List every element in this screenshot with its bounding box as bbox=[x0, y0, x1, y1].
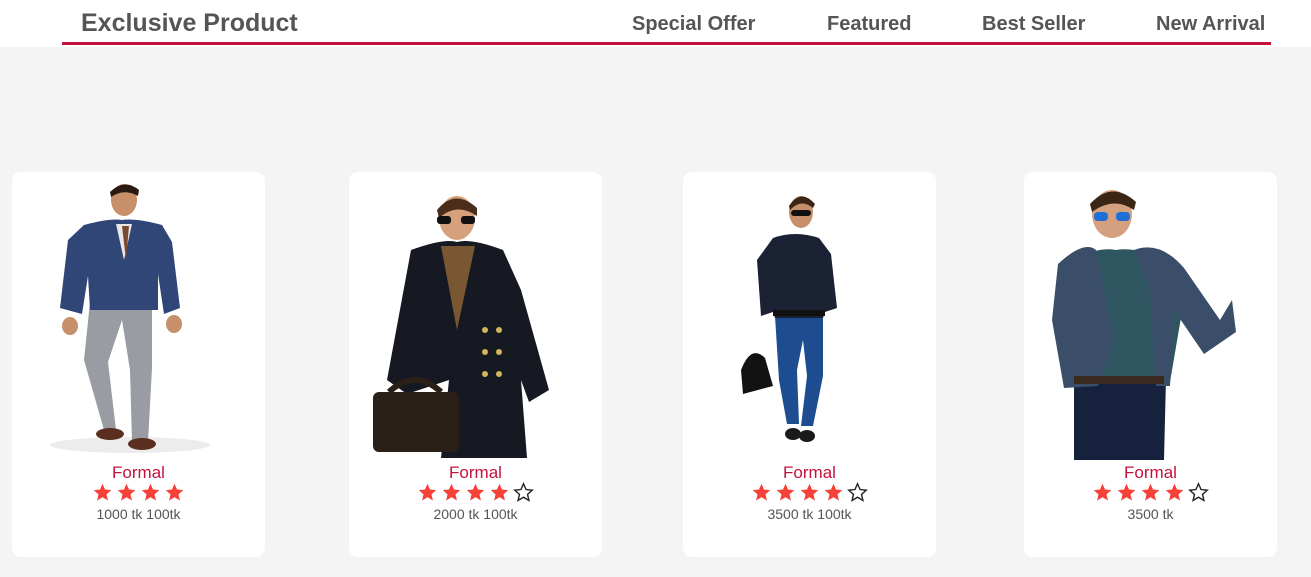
product-price: 3500 tk bbox=[1127, 506, 1174, 522]
star-rating bbox=[12, 482, 265, 503]
star-rating bbox=[683, 482, 936, 503]
star-filled-icon bbox=[824, 483, 843, 501]
product-category: Formal bbox=[1124, 463, 1177, 482]
star-empty-icon bbox=[1188, 482, 1209, 502]
star-filled-icon bbox=[1117, 483, 1136, 501]
product-image-navy-suit[interactable] bbox=[12, 180, 265, 460]
product-category: Formal bbox=[449, 463, 502, 482]
star-filled-icon bbox=[442, 483, 461, 501]
product-card[interactable]: Formal 3500 tk 100tk bbox=[683, 172, 936, 557]
product-price: 3500 tk 100tk bbox=[767, 506, 852, 522]
product-image-navy-shirt[interactable] bbox=[683, 180, 936, 460]
star-filled-icon bbox=[800, 483, 819, 501]
product-image-blue-cardigan[interactable] bbox=[1024, 180, 1277, 460]
star-filled-icon bbox=[93, 483, 112, 501]
star-filled-icon bbox=[490, 483, 509, 501]
product-image-black-coat[interactable] bbox=[349, 180, 602, 460]
star-filled-icon bbox=[165, 483, 184, 501]
star-filled-icon bbox=[776, 483, 795, 501]
star-rating bbox=[349, 482, 602, 503]
star-filled-icon bbox=[1093, 483, 1112, 501]
product-tabs: Special Offer Featured Best Seller New A… bbox=[0, 13, 1311, 39]
product-category: Formal bbox=[783, 463, 836, 482]
product-price: 2000 tk 100tk bbox=[433, 506, 518, 522]
star-filled-icon bbox=[1141, 483, 1160, 501]
product-category: Formal bbox=[112, 463, 165, 482]
star-filled-icon bbox=[466, 483, 485, 501]
tab-special-offer[interactable]: Special Offer bbox=[632, 13, 755, 36]
tab-featured[interactable]: Featured bbox=[827, 13, 911, 36]
top-bar: Exclusive Product Special Offer Featured… bbox=[0, 0, 1311, 47]
star-empty-icon bbox=[847, 482, 868, 502]
tab-new-arrival[interactable]: New Arrival bbox=[1156, 13, 1265, 36]
star-filled-icon bbox=[1165, 483, 1184, 501]
star-filled-icon bbox=[117, 483, 136, 501]
product-card[interactable]: Formal 2000 tk 100tk bbox=[349, 172, 602, 557]
star-rating bbox=[1024, 482, 1277, 503]
product-card[interactable]: Formal 1000 tk 100tk bbox=[12, 172, 265, 557]
star-empty-icon bbox=[513, 482, 534, 502]
star-filled-icon bbox=[752, 483, 771, 501]
star-filled-icon bbox=[418, 483, 437, 501]
tab-best-seller[interactable]: Best Seller bbox=[982, 13, 1085, 36]
product-card[interactable]: Formal 3500 tk bbox=[1024, 172, 1277, 557]
star-filled-icon bbox=[141, 483, 160, 501]
title-underline bbox=[62, 42, 1271, 45]
product-price: 1000 tk 100tk bbox=[96, 506, 181, 522]
